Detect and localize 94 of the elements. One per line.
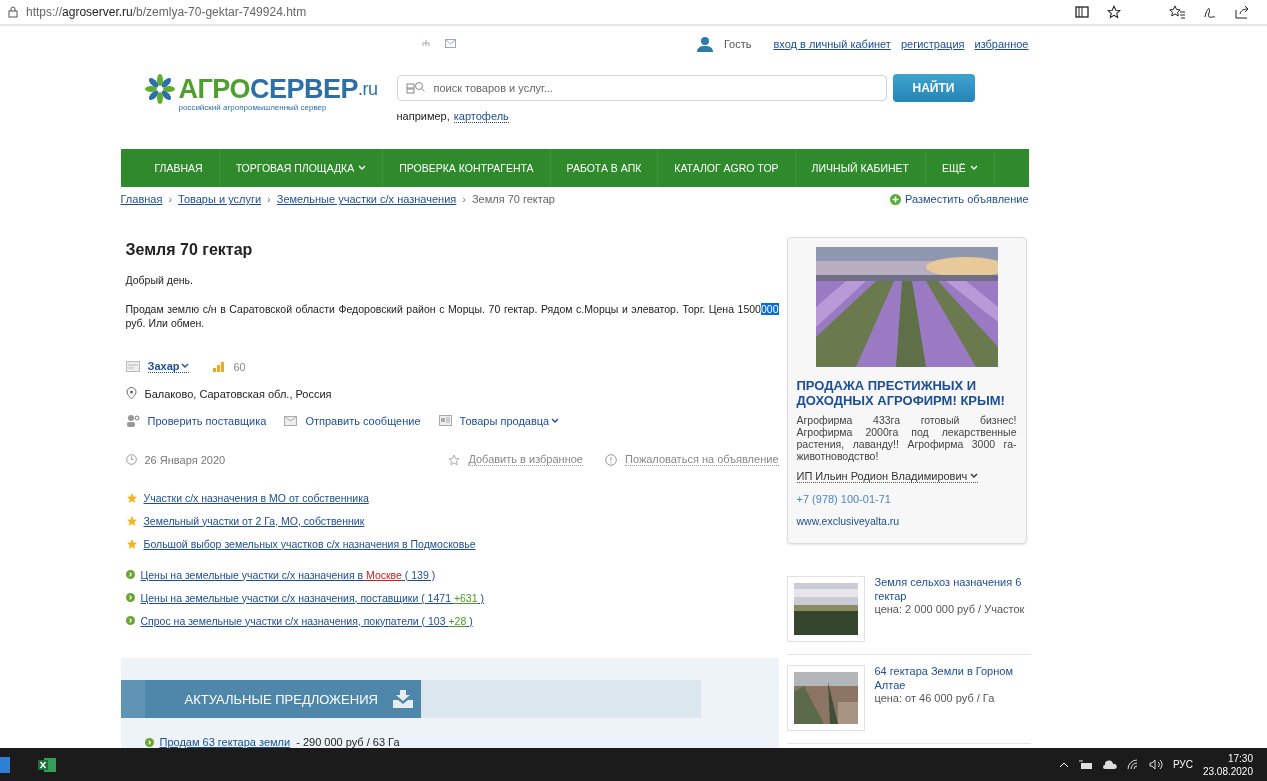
arrow-bullet-icon — [125, 593, 135, 602]
nav-item[interactable]: ЛИЧНЫЙ КАБИНЕТ — [795, 149, 926, 188]
guest-label: Гость — [723, 38, 752, 50]
star-icon[interactable] — [1107, 5, 1121, 19]
views-count[interactable]: 60 — [233, 360, 246, 373]
logo[interactable]: АГРОСЕРВЕР.ru — [144, 73, 378, 105]
header-link[interactable]: вход в личный кабинет — [773, 38, 891, 50]
nav-item[interactable]: КАТАЛОГ AGRO TOP — [658, 149, 796, 188]
ad-title-link[interactable]: ПРОДАЖА ПРЕСТИЖНЫХ И ДОХОДНЫХ АГРОФИРМ! КРЫМ! — [796, 379, 1017, 409]
ad-company[interactable]: ИП Ильин Родион Владимирович — [796, 470, 979, 484]
offers-title: АКТУАЛЬНЫЕ ПРЕДЛОЖЕНИЯ — [184, 691, 378, 707]
seller-action-link[interactable]: Отправить сообщение — [305, 414, 421, 427]
chevron-icon — [551, 417, 560, 424]
star-outline-icon — [448, 453, 461, 466]
side-listing-price: цена: от 46 000 руб / Га — [874, 691, 996, 705]
language-indicator[interactable]: РУС — [1172, 759, 1193, 770]
location-text: Балаково, Саратовская обл., Россия — [144, 387, 332, 400]
arrow-bullet-icon — [125, 570, 135, 579]
arrow-bullet-icon — [144, 737, 154, 747]
breadcrumb-separator: › — [168, 193, 173, 206]
nav-item[interactable]: РАБОТА В АПК — [550, 149, 659, 188]
side-listing-link[interactable]: 64 гектара Земли в Горном Алтае — [874, 665, 1031, 692]
nav-item[interactable]: ГЛАВНАЯ — [120, 149, 220, 188]
battery-plug-icon[interactable] — [1078, 759, 1093, 770]
envelope-icon — [284, 415, 298, 426]
post-ad-link[interactable]: Разместить объявление — [889, 193, 1029, 206]
ad-text: Агрофирма 433га готовый бизнес! Агрофирма 2000га под лекарственные растения, лаванду!! Агрофирма 3000 га- животноводство! — [796, 414, 1017, 463]
offer-link[interactable]: Продам 63 гектара земли — [159, 736, 291, 748]
reading-view-icon[interactable] — [1075, 6, 1089, 18]
seller-action-link[interactable]: Проверить поставщика — [147, 414, 267, 427]
chevron-icon — [181, 363, 190, 369]
breadcrumb-link[interactable]: Земельные участки с/х назначения — [276, 193, 457, 206]
arrow-bullet-icon — [125, 616, 135, 625]
logo-tagline: российский агропромышленный сервер — [178, 102, 328, 112]
related-link[interactable]: Цены на земельные участки с/х назначения, поставщики ( 1471 +631 ) — [140, 591, 484, 604]
search-icon — [405, 80, 426, 95]
chevron-icon — [969, 165, 978, 172]
breadcrumb-current: Земля 70 гектар — [471, 193, 555, 206]
person-search-icon — [125, 414, 140, 427]
plus-icon — [889, 194, 901, 205]
favorites-icon[interactable] — [1169, 5, 1185, 19]
report-link[interactable]: Пожаловаться на объявление — [625, 453, 779, 466]
header-link[interactable]: избранное — [974, 38, 1029, 50]
exclamation-circle-icon — [605, 453, 617, 466]
pen-icon[interactable] — [1203, 5, 1217, 19]
example-link[interactable]: картофель — [453, 109, 509, 123]
nav-item[interactable]: ЕЩЁ — [925, 149, 995, 188]
card-icon — [125, 361, 140, 372]
chevron-up-icon[interactable] — [1058, 761, 1069, 768]
related-link[interactable]: Цены на земельные участки с/х назначения в Москве ( 139 ) — [140, 568, 436, 581]
side-listing-link[interactable]: Земля сельхоз назначения 6 гектар — [874, 576, 1031, 603]
leaf-flower-icon — [144, 74, 175, 105]
related-link[interactable]: Участки с/х назначения в МО от собственника — [143, 491, 369, 504]
breadcrumb-link[interactable]: Товары и услуги — [178, 193, 262, 206]
breadcrumb-separator: › — [462, 193, 466, 206]
chevron-icon — [358, 165, 367, 172]
user-icon — [695, 36, 714, 52]
nav-item[interactable]: ПРОВЕРКА КОНТРАГЕНТА — [383, 149, 551, 188]
search-field[interactable]: поиск товаров и услуг... — [396, 74, 887, 101]
cloud-icon[interactable] — [1102, 760, 1117, 769]
nav-item[interactable]: ТОРГОВАЯ ПЛОЩАДКА — [219, 149, 384, 188]
offer-price: - 290 000 руб / 63 Га — [296, 736, 400, 748]
header-link[interactable]: регистрация — [900, 38, 965, 50]
location-pin-icon — [125, 387, 137, 400]
breadcrumb-separator: › — [267, 193, 271, 206]
seller-name[interactable]: Захар — [147, 360, 190, 373]
lock-icon — [8, 6, 18, 18]
breadcrumb-link[interactable]: Главная — [120, 193, 163, 206]
related-link[interactable]: Земельный участки от 2 Га, МО, собственник — [143, 514, 365, 527]
related-link[interactable]: Большой выбор земельных участков с/х назначения в Подмосковье — [143, 537, 476, 550]
star-icon — [125, 514, 138, 527]
greeting-text: Добрый день. — [125, 273, 194, 288]
share-icon[interactable] — [1235, 5, 1249, 19]
chevron-icon — [970, 473, 979, 480]
address-bar-url[interactable]: https://agroserver.ru/b/zemlya-70-gektar-749924.htm — [26, 5, 307, 19]
listing-title: Земля 70 гектар — [125, 241, 254, 260]
side-listing-price: цена: 2 000 000 руб / Участок — [874, 602, 1026, 616]
bar-chart-icon — [213, 361, 226, 372]
download-tray-icon — [391, 690, 414, 708]
star-icon — [125, 491, 138, 504]
example-label: например, — [396, 109, 450, 123]
listing-date: 26 Января 2020 — [144, 453, 226, 466]
clock-icon — [125, 454, 137, 465]
related-link[interactable]: Спрос на земельные участки с/х назначения, покупатели ( 103 +28 ) — [140, 614, 473, 627]
catalog-icon — [438, 415, 452, 426]
seller-action-link[interactable]: Товары продавца — [459, 414, 560, 427]
speaker-icon[interactable] — [1148, 759, 1163, 770]
ad-site-link[interactable]: www.exclusiveyalta.ru — [796, 515, 1017, 528]
taskbar-clock[interactable]: 17:30 23.08.2020 — [1202, 751, 1253, 778]
add-favorite-link[interactable]: Добавить в избранное — [468, 453, 583, 466]
ad-phone-link[interactable]: +7 (978) 100-01-71 — [796, 493, 1017, 506]
star-icon — [125, 537, 138, 550]
spreadsheet-app-icon[interactable] — [38, 756, 56, 773]
wifi-icon[interactable] — [1126, 759, 1139, 770]
